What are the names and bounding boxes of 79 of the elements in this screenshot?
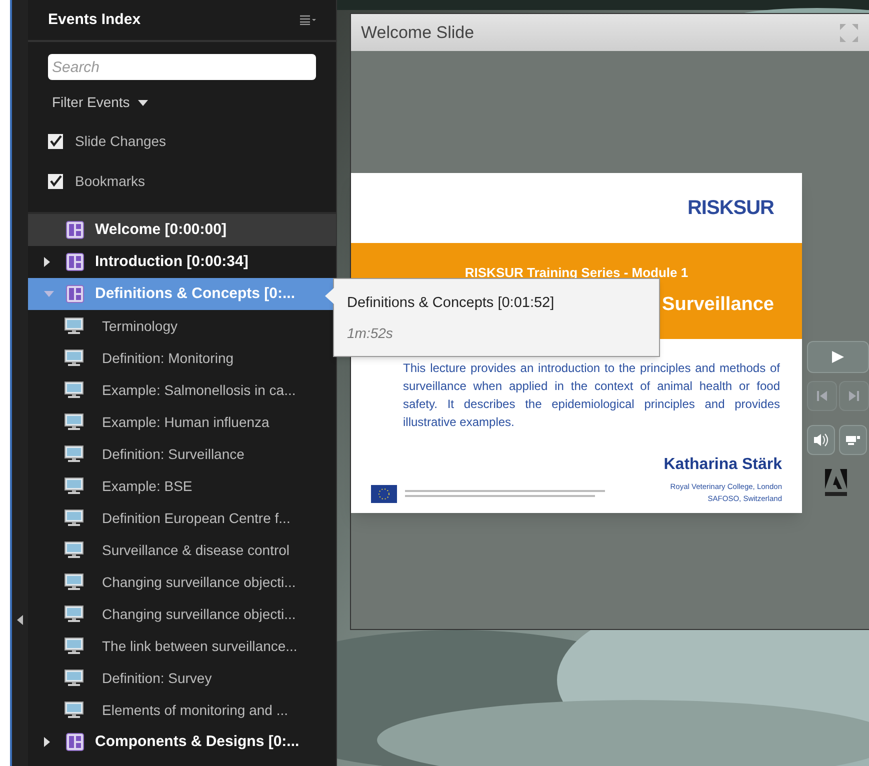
slide-item[interactable]: Terminology (28, 310, 336, 342)
chapter-item[interactable]: Welcome [0:00:00] (28, 214, 336, 246)
monitor-icon (64, 509, 84, 527)
slide-subtitle: RISKSUR Training Series - Module 1 (464, 264, 688, 282)
duration-text: 1m:52s (347, 324, 393, 343)
slide-label: Terminology (102, 316, 178, 336)
expand-arrow-icon[interactable] (44, 737, 50, 747)
chapter-label: Welcome [0:00:00] (95, 220, 226, 240)
chapter-item[interactable]: Introduction [0:00:34] (28, 246, 336, 278)
slide-item[interactable]: The link between surveillance... (28, 630, 336, 662)
monitor-icon (64, 349, 84, 367)
monitor-icon (64, 381, 84, 399)
monitor-icon (64, 669, 84, 687)
slide-item[interactable]: Example: BSE (28, 470, 336, 502)
play-button[interactable] (807, 341, 869, 373)
slide-item[interactable]: Changing surveillance objecti... (28, 566, 336, 598)
slide-label: Example: Human influenza (102, 412, 270, 432)
chapter-icon (66, 733, 84, 751)
monitor-icon (64, 317, 84, 335)
monitor-icon (64, 573, 84, 591)
monitor-icon (64, 701, 84, 719)
filter-events-dropdown[interactable]: Filter Events (48, 92, 152, 113)
collapse-arrow-icon[interactable] (17, 615, 23, 625)
slide-abstract: This lecture provides an introduction to the principles and methods of surveillance when applied in the context of animal health or food safety. It describes the epidemiological principles and provides illustrative examples. (402, 360, 781, 431)
display-toggle-button[interactable] (839, 425, 867, 455)
checkbox[interactable] (48, 174, 63, 189)
chapter-icon (66, 253, 84, 271)
checkbox[interactable] (48, 134, 63, 149)
author-name: Katharina Stärk (664, 455, 782, 475)
layout-icon (845, 434, 861, 446)
skip-back-icon (817, 391, 827, 401)
slide-label: Example: BSE (102, 476, 192, 496)
chapter-item[interactable]: Components & Designs [0:... (28, 726, 336, 758)
chapter-icon (66, 221, 84, 239)
tooltip-title: Definitions & Concepts [0:01:52] (347, 294, 554, 313)
slide-item[interactable]: Example: Salmonellosis in ca... (28, 374, 336, 406)
slide-label: Definition European Centre f... (102, 508, 290, 528)
speaker-icon (813, 433, 829, 447)
slide-label: The link between surveillance... (102, 636, 298, 656)
panel-title: Events Index (48, 10, 141, 30)
chapter-label: Definitions & Concepts [0:... (95, 284, 296, 304)
monitor-icon (64, 637, 84, 655)
slide-item[interactable]: Changing surveillance objecti... (28, 598, 336, 630)
slide-item[interactable]: Example: Human influenza (28, 406, 336, 438)
slide-label: Surveillance & disease control (102, 540, 290, 560)
logo: RISKSUR (687, 196, 774, 221)
slide-label: Definition: Survey (102, 668, 212, 688)
slide-label: Example: Salmonellosis in ca... (102, 380, 296, 400)
slide-item[interactable]: Elements of monitoring and ... (28, 694, 336, 726)
slide-label: Elements of monitoring and ... (102, 700, 288, 720)
chapter-label: Components & Designs [0:... (95, 732, 300, 752)
slide-label: Changing surveillance objecti... (102, 572, 296, 592)
monitor-icon (64, 477, 84, 495)
chapter-icon (66, 285, 84, 303)
skip-forward-icon (849, 391, 859, 401)
slide-item[interactable]: Definition European Centre f... (28, 502, 336, 534)
slide-item[interactable]: Definition: Monitoring (28, 342, 336, 374)
checkbox-label: Slide Changes (75, 132, 166, 151)
chapter-label: Introduction [0:00:34] (95, 252, 248, 272)
slide-item[interactable]: Definition: Surveillance (28, 438, 336, 470)
play-icon (831, 350, 845, 364)
slide-label: Definition: Monitoring (102, 348, 234, 368)
slide-title: Surveillance (662, 292, 775, 316)
caret-icon (138, 100, 148, 106)
slide-item[interactable]: Definition: Survey (28, 662, 336, 694)
window-title: Welcome Slide (361, 22, 474, 44)
menu-icon[interactable] (300, 15, 316, 25)
expand-arrow-icon[interactable] (44, 257, 50, 267)
slide-item[interactable]: Surveillance & disease control (28, 534, 336, 566)
volume-button[interactable] (807, 425, 835, 455)
slide-label: Definition: Surveillance (102, 444, 244, 464)
slide-label: Changing surveillance objecti... (102, 604, 296, 624)
monitor-icon (64, 605, 84, 623)
monitor-icon (64, 541, 84, 559)
search-field[interactable]: Search (48, 54, 316, 80)
checkbox-label: Bookmarks (75, 172, 146, 191)
adobe-logo-icon (825, 469, 847, 497)
monitor-icon (64, 413, 84, 431)
monitor-icon (64, 445, 84, 463)
